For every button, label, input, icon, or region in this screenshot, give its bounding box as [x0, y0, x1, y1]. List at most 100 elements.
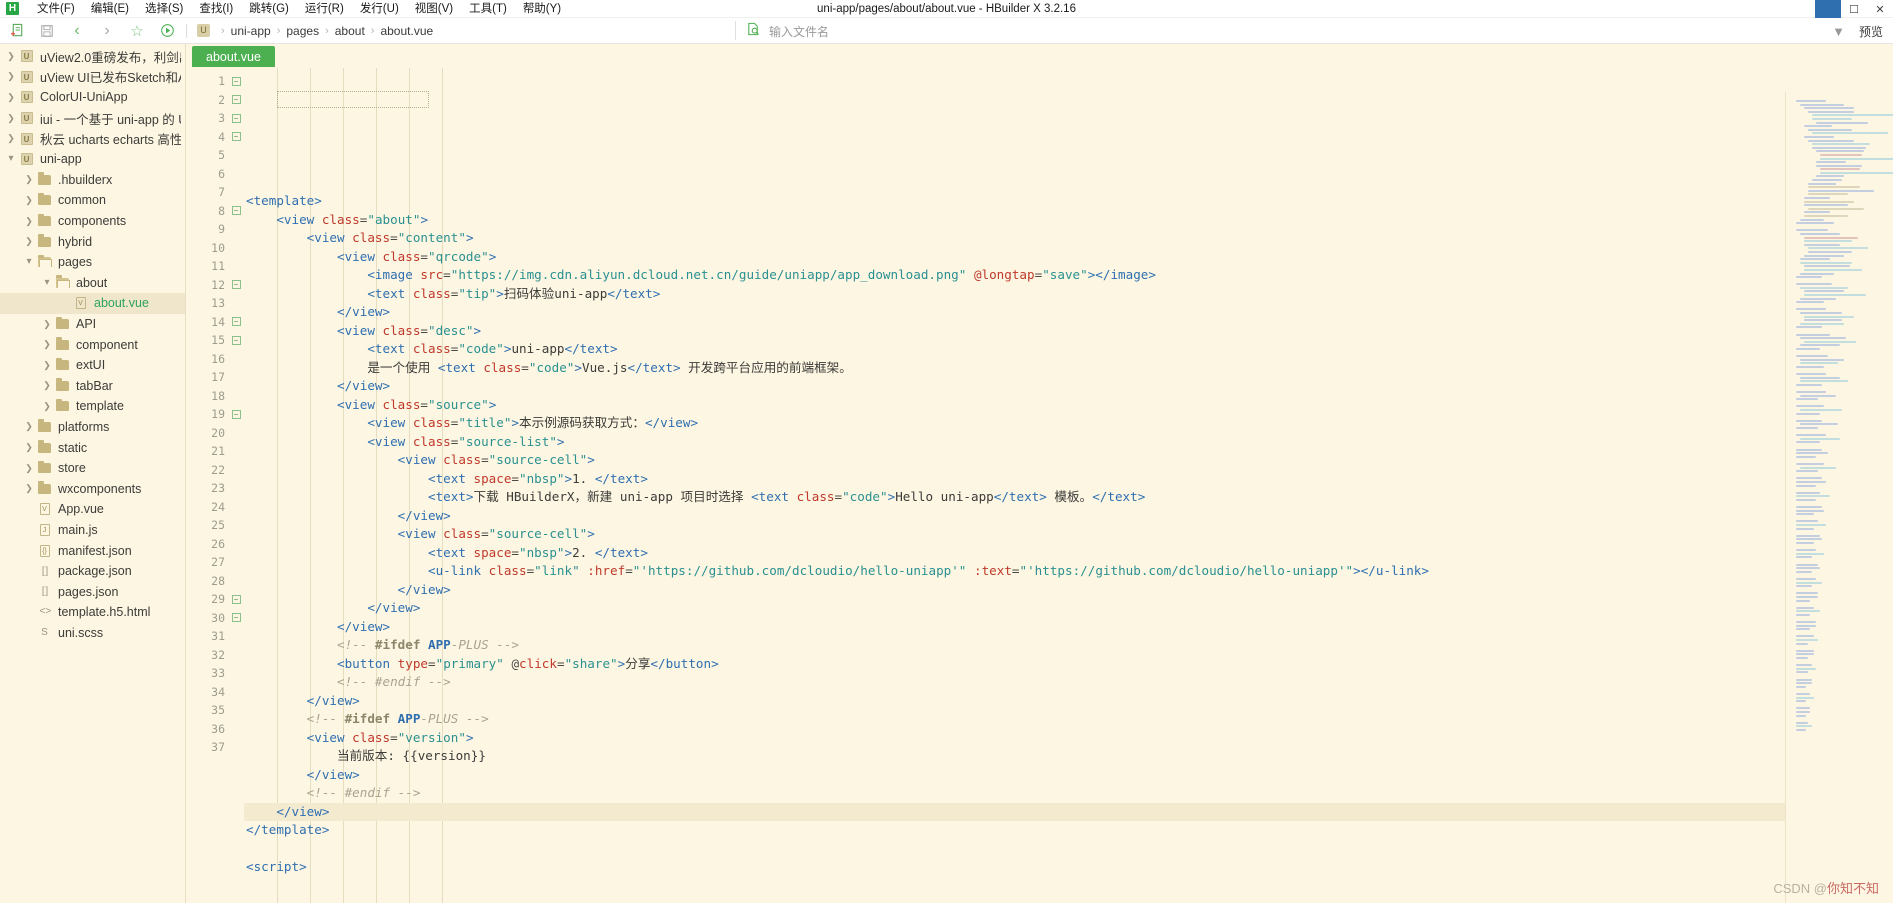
chevron-right-icon[interactable]: [4, 93, 18, 102]
tree-item-template-h5-html[interactable]: <> template.h5.html: [0, 602, 185, 623]
menu-publish[interactable]: 发行(U): [352, 0, 407, 18]
tree-item-main-js[interactable]: Jmain.js: [0, 520, 185, 541]
fold-toggle-icon[interactable]: −: [231, 409, 241, 419]
chevron-right-icon[interactable]: [4, 134, 18, 143]
fold-cell[interactable]: −: [228, 91, 244, 110]
chevron-right-icon[interactable]: [22, 484, 36, 493]
tree-item-common[interactable]: common: [0, 190, 185, 211]
menu-select[interactable]: 选择(S): [137, 0, 191, 18]
tree-item-store[interactable]: store: [0, 458, 185, 479]
fold-toggle-icon[interactable]: −: [231, 317, 241, 327]
chevron-right-icon[interactable]: [40, 340, 54, 349]
menu-help[interactable]: 帮助(Y): [515, 0, 569, 18]
chevron-right-icon[interactable]: [4, 72, 18, 81]
tree-item-pages-json[interactable]: [ ] pages.json: [0, 581, 185, 602]
menu-find[interactable]: 查找(I): [191, 0, 241, 18]
code-editor-content[interactable]: <template> <view class="about"> <view cl…: [244, 68, 1893, 903]
editor-tab-about-vue[interactable]: about.vue: [192, 46, 275, 67]
tree-item-tabbar[interactable]: tabBar: [0, 376, 185, 397]
chevron-right-icon[interactable]: [22, 237, 36, 246]
fold-cell[interactable]: −: [228, 331, 244, 350]
tree-item-uview-ui[interactable]: UuView UI已发布Sketch和Axu…: [0, 67, 185, 88]
fold-toggle-icon[interactable]: −: [231, 613, 241, 623]
fold-cell[interactable]: −: [228, 202, 244, 221]
chevron-down-icon[interactable]: [22, 257, 36, 267]
menu-run[interactable]: 运行(R): [297, 0, 352, 18]
save-icon[interactable]: [34, 19, 60, 43]
close-button[interactable]: ✕: [1867, 0, 1893, 18]
chevron-right-icon[interactable]: [22, 217, 36, 226]
tree-item-component[interactable]: component: [0, 334, 185, 355]
chevron-right-icon[interactable]: [22, 422, 36, 431]
fold-cell[interactable]: −: [228, 609, 244, 628]
tree-item-hybrid[interactable]: hybrid: [0, 231, 185, 252]
fold-toggle-icon[interactable]: −: [231, 280, 241, 290]
fold-cell[interactable]: −: [228, 109, 244, 128]
fold-toggle-icon[interactable]: −: [231, 95, 241, 105]
chevron-right-icon[interactable]: [40, 361, 54, 370]
chevron-right-icon[interactable]: [22, 464, 36, 473]
minimize-button[interactable]: [1815, 0, 1841, 18]
fold-toggle-icon[interactable]: −: [231, 206, 241, 216]
chevron-right-icon[interactable]: [22, 196, 36, 205]
tree-item-wxcomponents[interactable]: wxcomponents: [0, 478, 185, 499]
tree-item-manifest-json[interactable]: {} manifest.json: [0, 540, 185, 561]
fold-toggle-icon[interactable]: −: [231, 335, 241, 345]
fold-toggle-icon[interactable]: −: [231, 132, 241, 142]
tree-item-app-vue[interactable]: V App.vue: [0, 499, 185, 520]
tree-item-static[interactable]: static: [0, 437, 185, 458]
run-icon[interactable]: [154, 19, 180, 43]
file-search-box[interactable]: 输入文件名: [746, 18, 829, 44]
tree-item-hbuilderx[interactable]: .hbuilderx: [0, 170, 185, 191]
forward-icon[interactable]: ›: [94, 19, 120, 43]
fold-toggle-icon[interactable]: −: [231, 594, 241, 604]
chevron-right-icon[interactable]: [40, 381, 54, 390]
tree-item-package-json[interactable]: [ ] package.json: [0, 561, 185, 582]
filter-icon[interactable]: ▼: [1832, 24, 1845, 39]
fold-toggle-icon[interactable]: −: [231, 76, 241, 86]
preview-button[interactable]: 预览: [1859, 23, 1883, 40]
tree-item-components[interactable]: components: [0, 211, 185, 232]
menu-goto[interactable]: 跳转(G): [241, 0, 297, 18]
chevron-right-icon[interactable]: [22, 175, 36, 184]
chevron-right-icon[interactable]: [40, 320, 54, 329]
chevron-right-icon[interactable]: [40, 402, 54, 411]
tree-item-iui[interactable]: Uiui - 一个基于 uni-app 的 UI…: [0, 108, 185, 129]
fold-cell[interactable]: −: [228, 313, 244, 332]
tree-item-colorui[interactable]: U ColorUI-UniApp: [0, 87, 185, 108]
tree-item-ucharts[interactable]: U 秋云 ucharts echarts 高性能…: [0, 128, 185, 149]
tree-item-uview2[interactable]: UuView2.0重磅发布，利剑出鞘…: [0, 46, 185, 67]
chevron-right-icon[interactable]: [22, 443, 36, 452]
breadcrumb-item-uni-app[interactable]: uni-app: [231, 24, 271, 38]
tree-item-about[interactable]: about: [0, 273, 185, 294]
tree-item-platforms[interactable]: platforms: [0, 417, 185, 438]
chevron-right-icon[interactable]: [4, 114, 18, 123]
menu-tools[interactable]: 工具(T): [461, 0, 515, 18]
tree-item-about-vue[interactable]: Vabout.vue: [0, 293, 185, 314]
tree-item-extui[interactable]: extUI: [0, 355, 185, 376]
tree-item-uni-scss[interactable]: Suni.scss: [0, 623, 185, 644]
tree-item-api[interactable]: API: [0, 314, 185, 335]
maximize-button[interactable]: ☐: [1841, 0, 1867, 18]
menu-view[interactable]: 视图(V): [407, 0, 461, 18]
fold-cell[interactable]: −: [228, 72, 244, 91]
breadcrumb-item-about-vue[interactable]: about.vue: [380, 24, 433, 38]
fold-cell[interactable]: −: [228, 590, 244, 609]
fold-toggle-icon[interactable]: −: [231, 113, 241, 123]
menu-file[interactable]: 文件(F): [29, 0, 83, 18]
fold-cell[interactable]: −: [228, 405, 244, 424]
chevron-down-icon[interactable]: [40, 278, 54, 288]
new-file-icon[interactable]: [4, 19, 30, 43]
favorite-star-icon[interactable]: ☆: [124, 19, 150, 43]
back-icon[interactable]: ‹: [64, 19, 90, 43]
tree-item-pages[interactable]: pages: [0, 252, 185, 273]
breadcrumb-item-about[interactable]: about: [335, 24, 365, 38]
chevron-right-icon[interactable]: [4, 52, 18, 61]
chevron-down-icon[interactable]: [4, 154, 18, 164]
tree-item-uni-app[interactable]: Uuni-app: [0, 149, 185, 170]
code-minimap[interactable]: [1785, 92, 1893, 903]
tree-item-template[interactable]: template: [0, 396, 185, 417]
fold-cell[interactable]: −: [228, 128, 244, 147]
fold-cell[interactable]: −: [228, 276, 244, 295]
breadcrumb-item-pages[interactable]: pages: [286, 24, 319, 38]
